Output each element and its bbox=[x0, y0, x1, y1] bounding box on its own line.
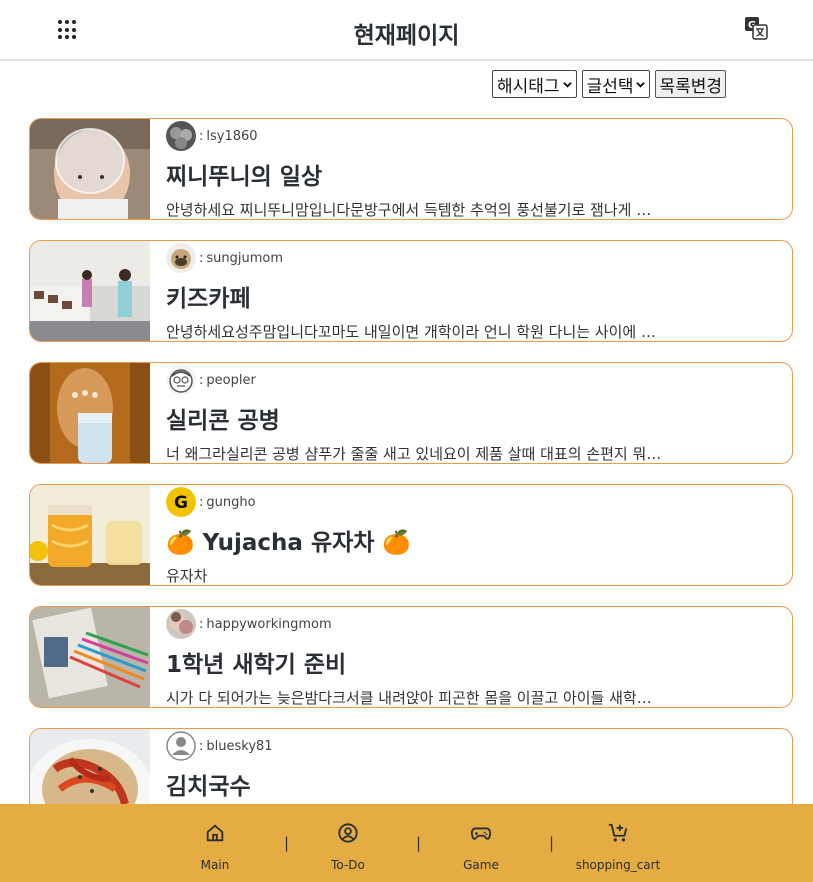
post-thumbnail bbox=[30, 241, 150, 341]
top-header: 현재페이지 G bbox=[0, 0, 813, 61]
add-cart-icon bbox=[608, 823, 628, 842]
nav-main[interactable]: Main bbox=[155, 822, 275, 872]
post-card[interactable]: : peopler 실리콘 공병 너 왜그라실리콘 공병 샴푸가 줄줄 새고 있… bbox=[29, 362, 793, 464]
post-title: 🍊 Yujacha 유자차 🍊 bbox=[166, 530, 412, 556]
post-title: 키즈카페 bbox=[166, 286, 251, 312]
author-name: lsy1860 bbox=[206, 128, 258, 144]
hashtag-select-value: 해시태그 bbox=[497, 76, 560, 97]
author-separator: : bbox=[199, 616, 204, 632]
author-name: bluesky81 bbox=[206, 738, 273, 754]
post-author: G : gungho bbox=[166, 487, 256, 517]
bottom-nav: Main | To-Do | Game | shopping_cart bbox=[0, 804, 813, 882]
avatar bbox=[166, 243, 196, 273]
author-separator: : bbox=[199, 372, 204, 388]
post-thumbnail bbox=[30, 363, 150, 463]
nav-todo[interactable]: To-Do bbox=[288, 822, 408, 872]
author-name: peopler bbox=[206, 372, 256, 388]
post-title: 실리콘 공병 bbox=[166, 408, 280, 434]
post-excerpt: 시가 다 되어가는 늦은밤다크서클 내려앉아 피곤한 몸을 이끌고 아이들 새학… bbox=[166, 689, 652, 707]
post-author: : happyworkingmom bbox=[166, 609, 332, 639]
nav-label: Game bbox=[463, 858, 499, 872]
avatar: G bbox=[166, 487, 196, 517]
avatar bbox=[166, 731, 196, 761]
post-title: 김치국수 bbox=[166, 774, 251, 800]
post-excerpt: 안녕하세요성주맘입니다꼬마도 내일이면 개학이라 언니 학원 다니는 사이에 … bbox=[166, 323, 656, 341]
post-thumbnail bbox=[30, 119, 150, 219]
post-select[interactable]: 글선택 bbox=[581, 70, 651, 98]
nav-game[interactable]: Game bbox=[421, 822, 541, 872]
nav-label: shopping_cart bbox=[575, 858, 661, 872]
avatar bbox=[166, 365, 196, 395]
post-author: : peopler bbox=[166, 365, 256, 395]
post-excerpt: 너 왜그라실리콘 공병 샴푸가 줄줄 새고 있네요이 제품 살때 대표의 손편지… bbox=[166, 445, 662, 463]
post-select-value: 글선택 bbox=[586, 76, 634, 97]
page-title: 현재페이지 bbox=[353, 23, 460, 49]
author-separator: : bbox=[199, 128, 204, 144]
author-name: happyworkingmom bbox=[206, 616, 332, 632]
user-circle-icon bbox=[338, 823, 358, 843]
author-name: gungho bbox=[206, 494, 256, 510]
nav-separator: | bbox=[549, 834, 555, 852]
nav-shopping-cart[interactable]: shopping_cart bbox=[558, 822, 678, 872]
translate-icon[interactable]: G bbox=[744, 16, 768, 40]
post-excerpt: 안녕하세요 찌니뚜니맘입니다문방구에서 득템한 추억의 풍선불기로 잼나게 … bbox=[166, 201, 652, 219]
chevron-down-icon bbox=[562, 81, 572, 88]
post-author: : sungjumom bbox=[166, 243, 283, 273]
post-card[interactable]: : lsy1860 찌니뚜니의 일상 안녕하세요 찌니뚜니맘입니다문방구에서 득… bbox=[29, 118, 793, 220]
nav-label: To-Do bbox=[331, 858, 365, 872]
post-thumbnail bbox=[30, 607, 150, 707]
nav-label: Main bbox=[200, 858, 230, 872]
author-name: sungjumom bbox=[206, 250, 284, 266]
change-list-button[interactable]: 목록변경 bbox=[655, 70, 727, 98]
post-card[interactable]: G : gungho 🍊 Yujacha 유자차 🍊 유자차 bbox=[29, 484, 793, 586]
list-controls: 해시태그 글선택 목록변경 bbox=[492, 70, 727, 98]
hashtag-select[interactable]: 해시태그 bbox=[492, 70, 577, 98]
avatar bbox=[166, 609, 196, 639]
post-excerpt: 유자차 bbox=[166, 567, 208, 585]
post-title: 찌니뚜니의 일상 bbox=[166, 164, 323, 190]
author-separator: : bbox=[199, 494, 204, 510]
author-separator: : bbox=[199, 738, 204, 754]
post-author: : lsy1860 bbox=[166, 121, 258, 151]
post-card[interactable]: : sungjumom 키즈카페 안녕하세요성주맘입니다꼬마도 내일이면 개학이… bbox=[29, 240, 793, 342]
svg-text:G: G bbox=[174, 493, 188, 513]
gamepad-icon bbox=[470, 827, 492, 840]
post-card[interactable]: : happyworkingmom 1학년 새학기 준비 시가 다 되어가는 늦… bbox=[29, 606, 793, 708]
author-separator: : bbox=[199, 250, 204, 266]
post-thumbnail bbox=[30, 485, 150, 585]
post-author: : bluesky81 bbox=[166, 731, 273, 761]
avatar bbox=[166, 121, 196, 151]
home-icon bbox=[206, 824, 224, 842]
post-title: 1학년 새학기 준비 bbox=[166, 652, 347, 678]
chevron-down-icon bbox=[636, 81, 646, 88]
post-list: : lsy1860 찌니뚜니의 일상 안녕하세요 찌니뚜니맘입니다문방구에서 득… bbox=[29, 118, 793, 850]
